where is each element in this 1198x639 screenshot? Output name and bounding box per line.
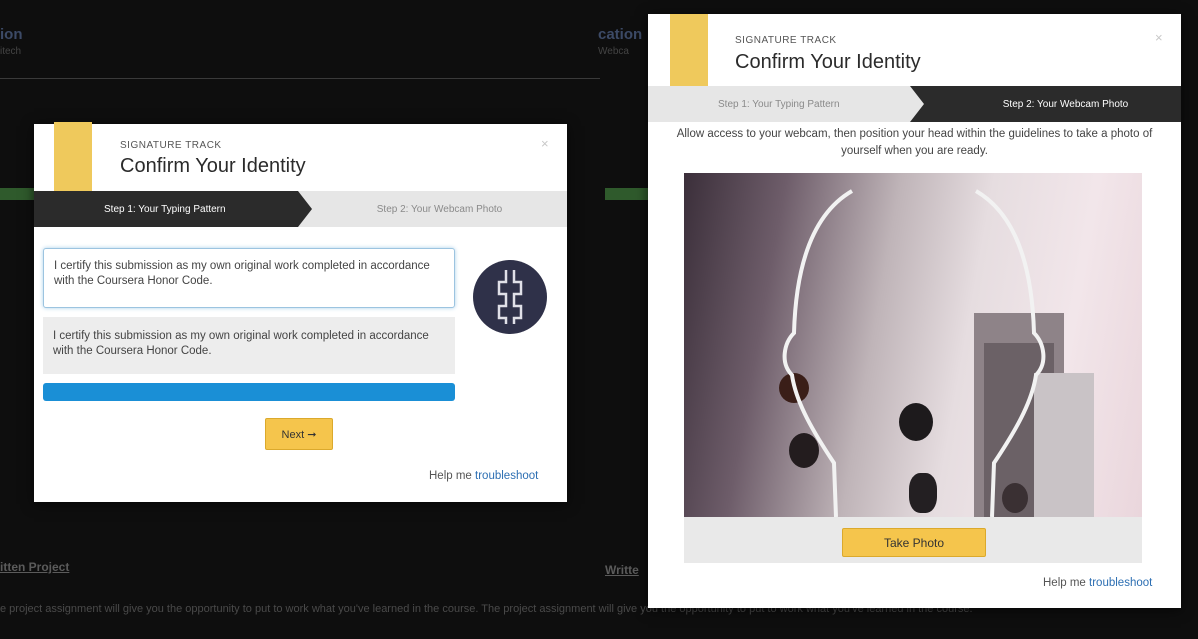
help-prefix: Help me [1043,577,1090,589]
step-indicator: Step 1: Your Typing Pattern Step 2: Your… [648,86,1181,122]
typing-input[interactable]: I certify this submission as my own orig… [43,248,455,308]
tab-step-typing-pattern[interactable]: Step 1: Your Typing Pattern [648,86,923,122]
modal-title: Confirm Your Identity [120,155,306,177]
help-text: Help me troubleshoot [429,470,538,482]
take-photo-button[interactable]: Take Photo [842,528,986,557]
step2-label: Step 2: Your Webcam Photo [376,203,503,215]
webcam-preview [684,173,1142,517]
typing-progress-bar [43,383,455,401]
step2-label: Step 2: Your Webcam Photo [1002,98,1129,110]
bg-section-heading-left: itten Project [0,560,70,574]
webcam-instructions: Allow access to your webcam, then positi… [676,128,1153,157]
bg-divider [0,78,600,79]
modal-kicker: SIGNATURE TRACK [735,35,837,46]
help-text: Help me troubleshoot [1043,577,1152,589]
bg-status-bar [0,188,34,200]
help-prefix: Help me [429,470,476,482]
bg-status-bar-right [605,188,649,200]
webcam-photo-modal: SIGNATURE TRACK Confirm Your Identity × … [648,14,1181,608]
step-indicator: Step 1: Your Typing Pattern Step 2: Your… [34,191,567,227]
bg-left-subtitle: itech [0,46,22,57]
modal-kicker: SIGNATURE TRACK [120,140,222,151]
next-button[interactable]: Next ➞ [265,418,333,450]
tab-step-webcam-photo[interactable]: Step 2: Your Webcam Photo [910,86,1181,122]
reference-text: I certify this submission as my own orig… [43,317,455,374]
close-button[interactable]: × [541,136,549,151]
bg-right-subtitle: Webca [598,46,629,57]
step1-label: Step 1: Your Typing Pattern [104,203,226,215]
troubleshoot-link[interactable]: troubleshoot [475,470,538,482]
modal-title: Confirm Your Identity [735,51,921,73]
tab-step-webcam-photo[interactable]: Step 2: Your Webcam Photo [312,191,567,227]
keystroke-pattern-icon [473,260,547,334]
bg-section-heading-right: Writte [605,563,639,577]
tab-step-typing-pattern[interactable]: Step 1: Your Typing Pattern [34,191,312,227]
typing-pattern-modal: SIGNATURE TRACK Confirm Your Identity × … [34,122,567,502]
step1-label: Step 1: Your Typing Pattern [718,98,840,110]
close-button[interactable]: × [1155,30,1163,45]
bg-left-title: ion [0,26,23,43]
head-guideline-overlay [782,189,1046,517]
troubleshoot-link[interactable]: troubleshoot [1089,577,1152,589]
bg-right-title: cation [598,26,643,43]
